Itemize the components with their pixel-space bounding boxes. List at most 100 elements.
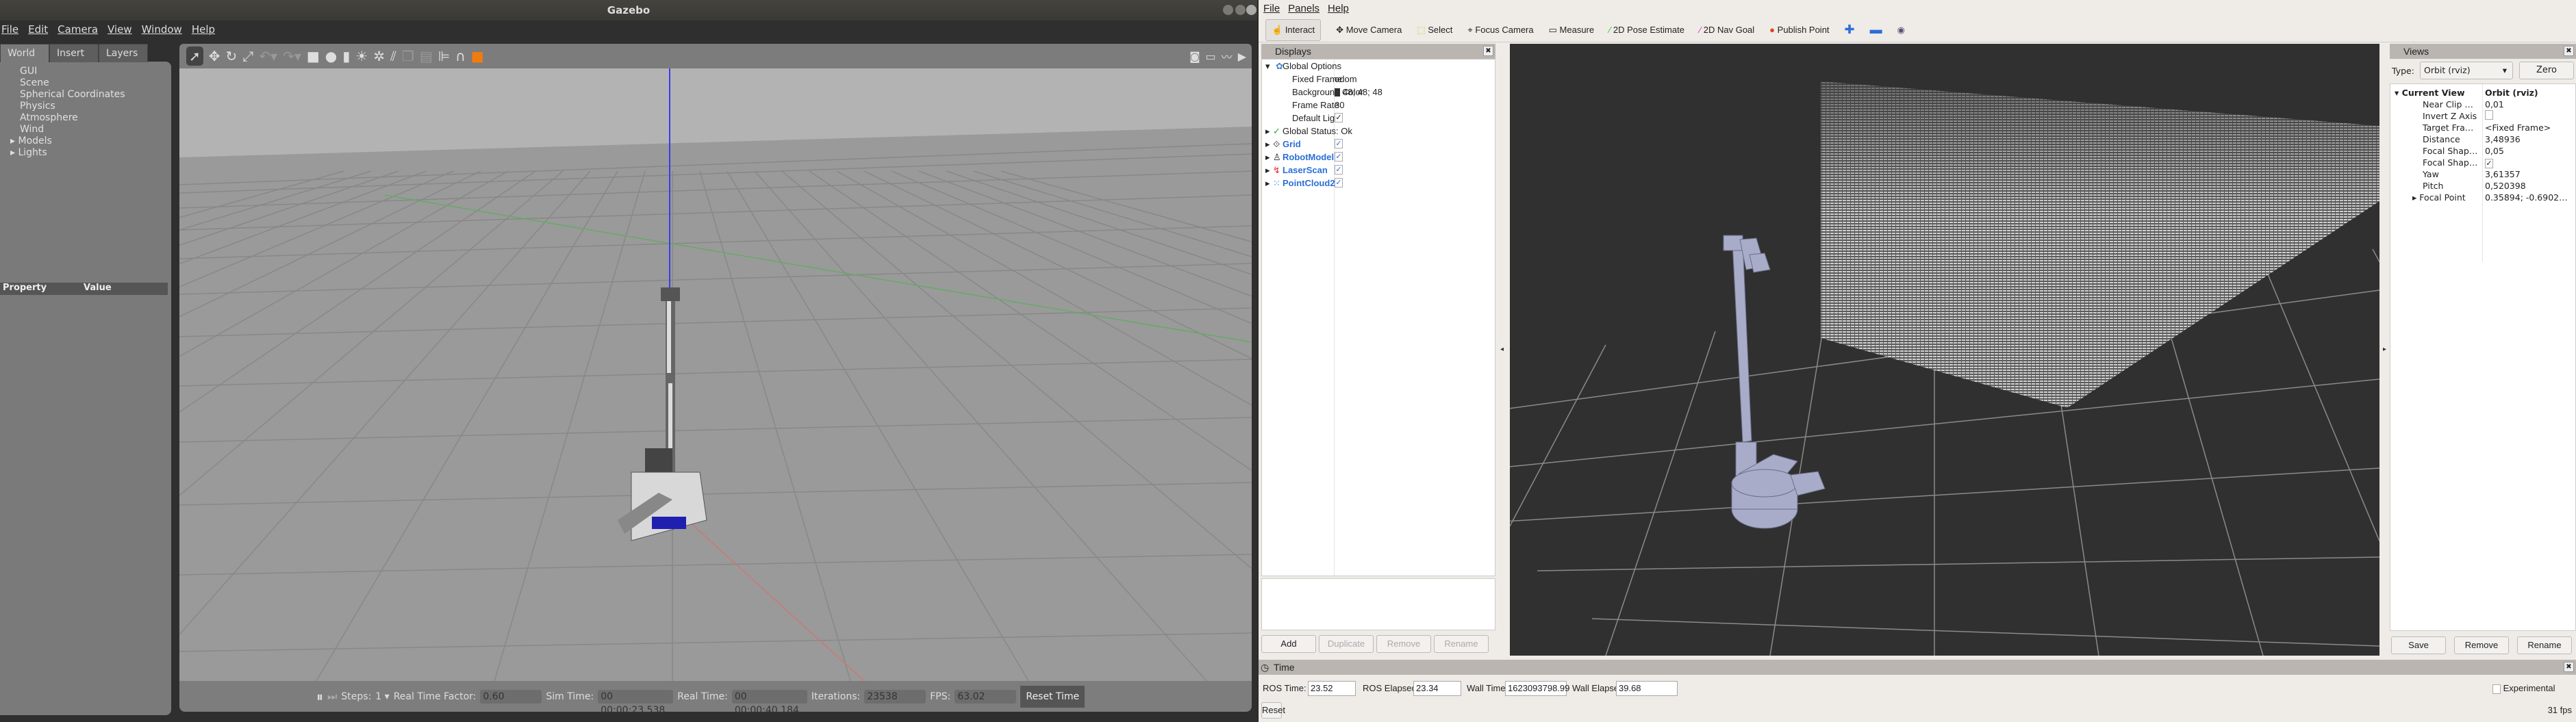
checkbox[interactable] xyxy=(2485,110,2493,120)
remove-display-button[interactable]: Remove xyxy=(1376,635,1431,653)
tool-measure[interactable]: ▭ Measure xyxy=(1549,25,1595,36)
tab-insert[interactable]: Insert xyxy=(49,44,99,62)
undo-icon[interactable]: ↶▾ xyxy=(259,48,277,64)
close-icon[interactable]: ✖ xyxy=(2564,662,2574,672)
expand-arrow-icon[interactable]: ▸ xyxy=(2412,192,2419,203)
directional-light-icon[interactable]: ⫽ xyxy=(390,48,396,64)
background-color-row[interactable]: Background Color 48; 48; 48 xyxy=(1262,86,1495,99)
grid-checkbox[interactable]: ✓ xyxy=(1335,139,1343,149)
add-display-button[interactable]: Add xyxy=(1261,635,1316,653)
global-options-row[interactable]: ▾ ✿ Global Options xyxy=(1262,60,1495,73)
tree-item-lights[interactable]: ▸ Lights xyxy=(10,147,125,159)
checkbox-box[interactable] xyxy=(2492,684,2501,694)
select-arrow-icon[interactable]: ➚ xyxy=(186,47,203,66)
frame-rate-value[interactable]: 30 xyxy=(1335,99,1344,112)
menu-camera[interactable]: Camera xyxy=(58,21,98,38)
display-robotmodel[interactable]: ▸ ♙ RobotModel ✓ xyxy=(1262,151,1495,164)
view-prop-label[interactable]: Focal Shap… xyxy=(2423,145,2477,157)
display-pointcloud2[interactable]: ▸ ⁙ PointCloud2 ✓ xyxy=(1262,177,1495,190)
sphere-icon[interactable]: ● xyxy=(325,48,337,64)
zero-button[interactable]: Zero xyxy=(2519,62,2574,79)
view-prop-value[interactable]: 3,61357 xyxy=(2485,168,2521,180)
robotmodel-checkbox[interactable]: ✓ xyxy=(1335,152,1343,162)
menu-panels[interactable]: Panels xyxy=(1288,0,1319,16)
color-swatch[interactable] xyxy=(1335,88,1340,96)
duplicate-display-button[interactable]: Duplicate xyxy=(1319,635,1374,653)
pointcloud2-checkbox[interactable]: ✓ xyxy=(1335,178,1343,188)
plot-icon[interactable]: 〰 xyxy=(1222,48,1233,64)
collapse-left-handle[interactable]: ◂ xyxy=(1500,346,1504,353)
tool-move-camera[interactable]: ✥ Move Camera xyxy=(1336,25,1402,36)
default-light-row[interactable]: Default Light ✓ xyxy=(1262,112,1495,125)
align-icon[interactable]: ⊫ xyxy=(438,48,450,64)
default-light-checkbox[interactable]: ✓ xyxy=(1335,113,1343,123)
tool-2d-nav-goal[interactable]: ⁄ 2D Nav Goal xyxy=(1700,25,1754,35)
scale-icon[interactable]: ⤢ xyxy=(242,48,253,64)
tree-item-physics[interactable]: Physics xyxy=(20,101,125,112)
add-tool-icon[interactable]: ✚ xyxy=(1845,23,1855,37)
tree-item-gui[interactable]: GUI xyxy=(20,66,125,77)
close-button[interactable] xyxy=(1246,5,1257,15)
reset-button[interactable]: Reset xyxy=(1261,702,1285,719)
steps-dropdown[interactable]: 1 ▾ xyxy=(375,691,389,702)
minimize-button[interactable] xyxy=(1223,5,1233,15)
view-prop-value[interactable]: ✓ xyxy=(2485,157,2493,168)
point-light-icon[interactable]: ☀ xyxy=(355,48,368,64)
menu-window[interactable]: Window xyxy=(142,21,182,38)
global-status-row[interactable]: ▸ ✓ Global Status: Ok xyxy=(1262,125,1495,138)
tree-item-wind[interactable]: Wind xyxy=(20,124,125,136)
menu-help[interactable]: Help xyxy=(192,21,215,38)
paste-icon[interactable]: ▤ xyxy=(420,48,433,64)
box-icon[interactable]: ■ xyxy=(307,48,320,64)
view-type-dropdown[interactable]: Orbit (rviz) ▾ xyxy=(2420,62,2513,79)
remove-tool-icon[interactable]: ▬ xyxy=(1870,23,1882,37)
expand-arrow-icon[interactable]: ▸ xyxy=(10,136,18,146)
menu-help[interactable]: Help xyxy=(1328,0,1349,16)
rotate-icon[interactable]: ↻ xyxy=(226,48,238,64)
view-prop-value[interactable]: <Fixed Frame> xyxy=(2485,122,2551,133)
view-prop-label[interactable]: Target Fra… xyxy=(2423,122,2473,133)
fixed-frame-value[interactable]: odom xyxy=(1335,73,1357,86)
rename-display-button[interactable]: Rename xyxy=(1434,635,1489,653)
fixed-frame-row[interactable]: Fixed Frame odom xyxy=(1262,73,1495,86)
close-icon[interactable]: ✖ xyxy=(1483,46,1493,56)
tool-2d-pose[interactable]: ⁄ 2D Pose Estimate xyxy=(1609,25,1684,35)
rename-view-button[interactable]: Rename xyxy=(2517,636,2572,654)
view-prop-label[interactable]: Pitch xyxy=(2423,180,2443,192)
screenshot-icon[interactable]: ◙ xyxy=(1189,50,1200,63)
snap-icon[interactable]: ∩ xyxy=(455,48,466,64)
pause-button[interactable]: ⏸ xyxy=(316,688,323,705)
redo-icon[interactable]: ↷▾ xyxy=(283,48,301,64)
menu-file[interactable]: File xyxy=(1,21,18,38)
view-prop-label[interactable]: Near Clip … xyxy=(2423,99,2473,110)
menu-edit[interactable]: Edit xyxy=(28,21,48,38)
view-angle-icon[interactable]: ■ xyxy=(471,48,484,64)
tree-item-atmosphere[interactable]: Atmosphere xyxy=(20,112,125,124)
tool-publish-point[interactable]: ● Publish Point xyxy=(1769,25,1829,35)
collapse-right-handle[interactable]: ▸ xyxy=(2383,346,2386,353)
tool-focus-camera[interactable]: ⌖ Focus Camera xyxy=(1467,25,1533,36)
view-prop-label[interactable]: Yaw xyxy=(2423,168,2439,180)
cylinder-icon[interactable]: ▮ xyxy=(342,48,350,64)
gazebo-3d-viewport[interactable] xyxy=(179,68,1252,681)
view-prop-value[interactable]: 0,05 xyxy=(2485,145,2504,157)
view-prop-label[interactable]: Distance xyxy=(2423,133,2460,145)
display-laserscan[interactable]: ▸ ↯ LaserScan ✓ xyxy=(1262,164,1495,177)
remove-view-button[interactable]: Remove xyxy=(2454,636,2509,654)
expand-arrow-icon[interactable]: ▸ xyxy=(10,147,18,158)
tree-item-scene[interactable]: Scene xyxy=(20,77,125,89)
view-prop-value[interactable]: 0.35894; -0.6902… xyxy=(2485,192,2568,203)
menu-file[interactable]: File xyxy=(1263,0,1280,16)
menu-view[interactable]: View xyxy=(108,21,132,38)
reset-time-button[interactable]: Reset Time xyxy=(1020,685,1085,708)
view-prop-label[interactable]: Focal Shap… xyxy=(2423,157,2477,168)
maximize-button[interactable] xyxy=(1235,5,1246,15)
frame-rate-row[interactable]: Frame Rate 30 xyxy=(1262,99,1495,112)
log-icon[interactable]: ▭ xyxy=(1206,50,1216,63)
view-prop-value[interactable]: 3,48936 xyxy=(2485,133,2521,145)
tree-item-models[interactable]: ▸ Models xyxy=(10,136,125,147)
view-prop-label[interactable]: Invert Z Axis xyxy=(2423,110,2477,122)
spot-light-icon[interactable]: ✲ xyxy=(373,48,385,64)
tab-layers[interactable]: Layers xyxy=(99,44,148,62)
view-prop-value[interactable] xyxy=(2485,110,2493,122)
